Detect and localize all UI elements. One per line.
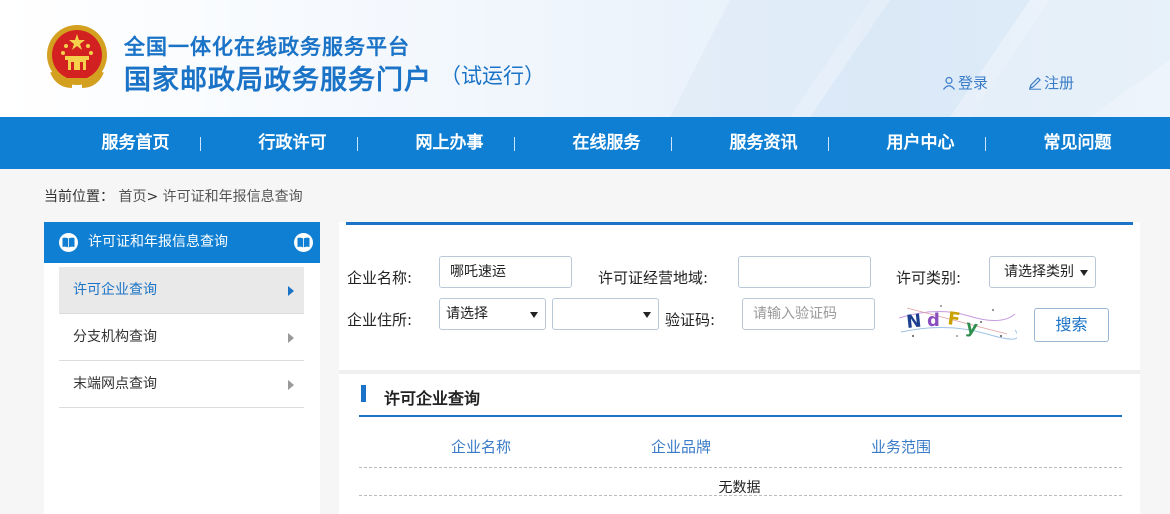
sidebar-item-label: 末端网点查询 [73, 376, 157, 392]
chevron-right-icon [288, 333, 294, 343]
company-name-label: 企业名称: [347, 269, 413, 287]
city-select[interactable] [552, 298, 659, 330]
nav-separator [985, 137, 986, 151]
login-link[interactable]: 登录 [942, 72, 988, 93]
nav-separator [200, 137, 201, 151]
company-name-input[interactable]: 哪吒速运 [439, 256, 572, 288]
nav-separator [514, 137, 515, 151]
nav-item-home[interactable]: 服务首页 [57, 117, 214, 169]
nav-item-online-service[interactable]: 在线服务 [528, 117, 685, 169]
login-label: 登录 [958, 74, 989, 92]
nav-separator [357, 137, 358, 151]
section-marker [361, 385, 366, 402]
table-row-divider [359, 495, 1122, 496]
captcha-label: 验证码: [665, 311, 716, 329]
column-header-business-scope: 业务范围 [871, 438, 932, 456]
province-value: 请选择 [446, 306, 488, 322]
results-title: 许可企业查询 [384, 389, 481, 408]
svg-text:N: N [905, 311, 922, 333]
chevron-down-icon [1080, 270, 1088, 276]
column-header-company-name: 企业名称 [451, 438, 512, 456]
nav-item-user-center[interactable]: 用户中心 [842, 117, 999, 169]
breadcrumb: 当前位置： 首页> 许可证和年报信息查询 [44, 186, 303, 206]
nav-item-online-affairs[interactable]: 网上办事 [371, 117, 528, 169]
sidebar-item-licensed-company[interactable]: 许可企业查询 [59, 267, 304, 314]
nav-separator [828, 137, 829, 151]
column-header-brand: 企业品牌 [651, 438, 712, 456]
breadcrumb-separator: > [146, 189, 159, 205]
pencil-icon [1029, 76, 1041, 90]
platform-title: 全国一体化在线政务服务平台 [124, 35, 410, 59]
section-divider [339, 370, 1140, 374]
header-decoration [670, 0, 1170, 117]
sidebar-title: 许可证和年报信息查询 [88, 234, 228, 250]
license-type-label: 许可类别: [896, 269, 962, 287]
nav-separator [671, 137, 672, 151]
breadcrumb-prefix: 当前位置： [44, 189, 114, 205]
sidebar-item-label: 许可企业查询 [73, 282, 157, 298]
main-nav: 服务首页 行政许可 网上办事 在线服务 服务资讯 用户中心 常见问题 [0, 117, 1170, 169]
national-emblem-icon [47, 25, 107, 88]
empty-state-text: 无数据 [718, 480, 761, 496]
portal-title: 国家邮政局政务服务门户 [124, 65, 432, 96]
address-label: 企业住所: [347, 311, 413, 329]
license-type-select[interactable]: 请选择类别 [989, 256, 1096, 288]
svg-text:d: d [927, 310, 940, 331]
nav-item-news[interactable]: 服务资讯 [685, 117, 842, 169]
table-row-divider [359, 467, 1122, 468]
sidebar-menu: 许可企业查询 分支机构查询 末端网点查询 [44, 263, 320, 514]
user-icon [943, 76, 955, 90]
results-header-line [359, 415, 1122, 417]
breadcrumb-home-link[interactable]: 首页 [118, 189, 146, 205]
book-icon [294, 233, 313, 252]
register-link[interactable]: 注册 [1028, 72, 1074, 93]
chevron-right-icon [288, 286, 294, 296]
captcha-input[interactable]: 请输入验证码 [742, 298, 875, 330]
sidebar-header: 许可证和年报信息查询 [44, 222, 320, 263]
book-icon [59, 233, 78, 252]
region-label: 许可证经营地域: [598, 269, 709, 287]
chevron-right-icon [288, 380, 294, 390]
region-input[interactable] [738, 256, 871, 288]
license-type-value: 请选择类别 [1004, 264, 1074, 280]
nav-item-faq[interactable]: 常见问题 [999, 117, 1156, 169]
chevron-down-icon [643, 312, 651, 318]
main-content: 企业名称: 哪吒速运 许可证经营地域: 许可类别: 请选择类别 企业住所: 请选… [339, 222, 1140, 514]
captcha-image[interactable]: N d F y [897, 300, 1017, 340]
province-select[interactable]: 请选择 [439, 298, 546, 330]
search-button[interactable]: 搜索 [1034, 308, 1109, 342]
sidebar-item-outlet[interactable]: 末端网点查询 [59, 361, 304, 408]
search-form: 企业名称: 哪吒速运 许可证经营地域: 许可类别: 请选择类别 企业住所: 请选… [339, 225, 1140, 368]
trial-label: （试运行） [440, 64, 545, 88]
chevron-down-icon [530, 312, 538, 318]
sidebar-item-label: 分支机构查询 [73, 329, 157, 345]
breadcrumb-current: 许可证和年报信息查询 [162, 189, 303, 205]
register-label: 注册 [1044, 74, 1075, 92]
site-header: 全国一体化在线政务服务平台 国家邮政局政务服务门户 （试运行） 登录 注册 [0, 0, 1170, 117]
sidebar-item-branch[interactable]: 分支机构查询 [59, 314, 304, 361]
nav-item-licensing[interactable]: 行政许可 [214, 117, 371, 169]
